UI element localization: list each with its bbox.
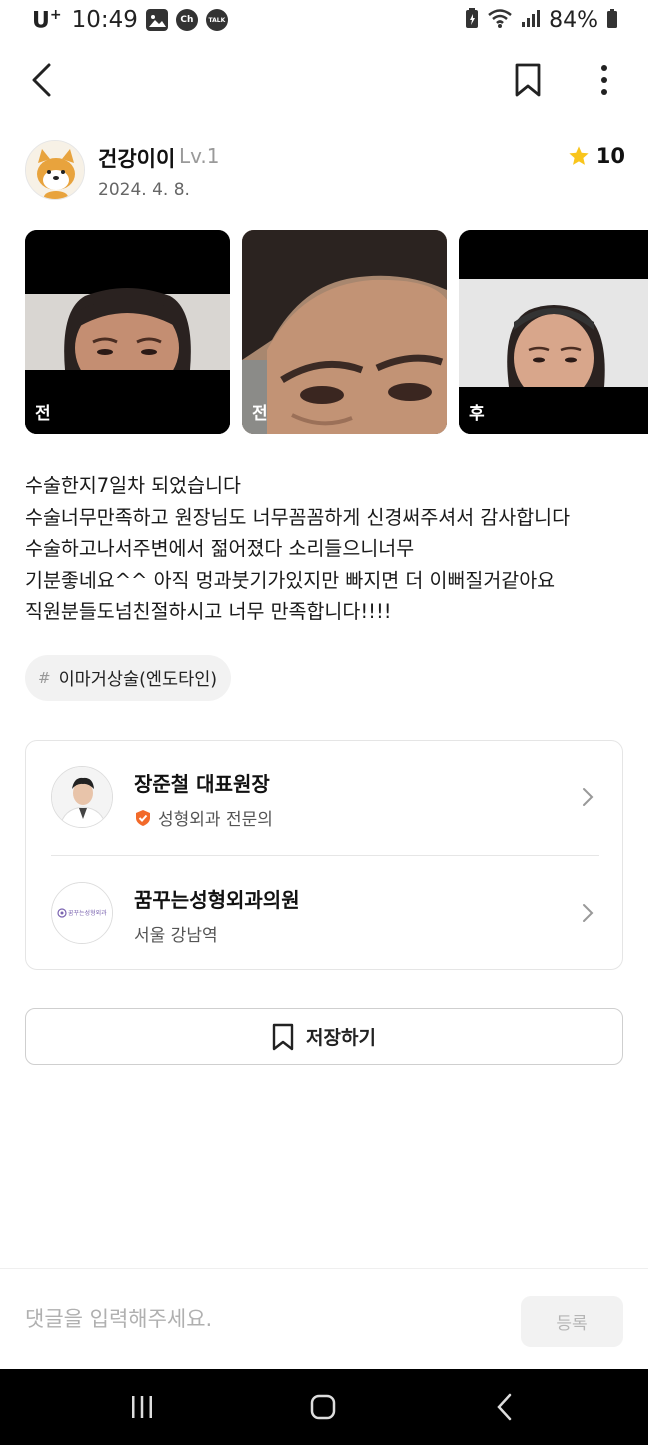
doctor-row[interactable]: 장준철 대표원장 성형외과 전문의 (26, 741, 622, 855)
back-icon (497, 1393, 512, 1421)
chevron-right-icon (582, 903, 594, 927)
more-vertical-icon (601, 65, 607, 95)
bookmark-button[interactable] (506, 58, 550, 102)
battery-saver-icon (465, 7, 479, 33)
photo-label: 후 (469, 404, 485, 424)
back-button[interactable] (20, 58, 64, 102)
battery-icon (606, 7, 618, 33)
signal-icon (521, 7, 541, 33)
status-time: 10:49 (71, 7, 138, 34)
post-line: 수술한지7일차 되었습니다 (25, 474, 241, 497)
more-options-button[interactable] (582, 58, 626, 102)
image-icon (145, 9, 168, 32)
post-line: 수술하고나서주변에서 젊어졌다 소리들으니너무 (25, 537, 415, 560)
talk-icon: TALK (205, 9, 228, 32)
face-photo-image (25, 230, 230, 434)
photo-carousel[interactable]: 전 전 후 (25, 230, 648, 435)
verified-badge-icon (136, 809, 150, 826)
author-name[interactable]: 건강이이 (98, 143, 175, 173)
review-photo[interactable]: 후 (459, 230, 648, 434)
save-label: 저장하기 (306, 1027, 376, 1049)
author-header: 건강이이 Lv.1 2024. 4. 8. 10 (25, 140, 625, 204)
avatar[interactable] (25, 140, 85, 200)
post-body: 수술한지7일차 되었습니다 수술너무만족하고 원장님도 너무꼼꼼하게 신경써주셔… (25, 470, 625, 628)
photo-label: 전 (252, 404, 268, 424)
review-photo[interactable]: 전 (242, 230, 447, 434)
system-back-button[interactable] (475, 1387, 535, 1427)
clinic-row[interactable]: 꿈꾸는성형외과 꿈꾸는성형외과의원 서울 강남역 (26, 856, 622, 970)
clinic-location: 서울 강남역 (134, 921, 218, 946)
face-closeup-image (242, 230, 447, 434)
carrier-label: U+ (32, 7, 62, 34)
comment-input[interactable] (25, 1299, 495, 1339)
post-line: 직원분들도넘친절하시고 너무 만족합니다!!!! (25, 600, 392, 623)
tag-label: 이마거상술(엔도타인) (58, 669, 218, 690)
review-photo[interactable]: 전 (25, 230, 230, 434)
post-line: 수술너무만족하고 원장님도 너무꼼꼼하게 신경써주셔서 감사합니다 (25, 505, 571, 529)
star-icon (569, 146, 589, 165)
battery-percent: 84% (549, 7, 598, 33)
wifi-icon (487, 7, 513, 33)
recent-apps-button[interactable] (112, 1387, 172, 1427)
system-nav-bar (0, 1369, 648, 1445)
hash-icon: # (38, 669, 51, 687)
photo-label: 전 (35, 404, 51, 424)
procedure-tag[interactable]: # 이마거상술(엔도타인) (25, 655, 232, 701)
clinic-logo-text: 꿈꾸는성형외과 (68, 909, 107, 917)
doctor-name: 장준철 대표원장 (134, 772, 270, 796)
ch-icon: Ch (175, 9, 198, 32)
home-icon (310, 1394, 336, 1420)
location-label: 서울 강남역 (134, 926, 218, 946)
post-date: 2024. 4. 8. (98, 180, 190, 200)
shiba-avatar-icon (26, 141, 84, 199)
status-bar: U+ 10:49 Ch TALK 84% (0, 0, 648, 44)
clinic-name: 꿈꾸는성형외과의원 (134, 888, 300, 912)
save-button[interactable]: 저장하기 (25, 1008, 623, 1065)
rating-value: 10 (595, 144, 625, 168)
bookmark-icon (515, 63, 541, 97)
chevron-right-icon (582, 787, 594, 811)
back-arrow-icon (32, 63, 51, 97)
specialty-label: 성형외과 전문의 (158, 810, 273, 830)
doctor-clinic-card: 장준철 대표원장 성형외과 전문의 꿈꾸는성형외과 꿈꾸는성형외과의원 서울 강… (25, 740, 623, 970)
home-button[interactable] (293, 1387, 353, 1427)
face-after-image (459, 230, 648, 434)
comment-bar: 등록 (0, 1268, 648, 1369)
recent-apps-icon (132, 1396, 152, 1418)
doctor-avatar (51, 766, 113, 828)
clinic-logo-image: 꿈꾸는성형외과 (52, 883, 112, 943)
author-level: Lv.1 (179, 144, 220, 168)
clinic-logo: 꿈꾸는성형외과 (51, 882, 113, 944)
doctor-photo-image (52, 767, 112, 827)
doctor-specialty: 성형외과 전문의 (134, 805, 273, 830)
bookmark-icon (272, 1023, 294, 1050)
top-nav (0, 44, 648, 116)
rating: 10 (568, 144, 625, 168)
post-line: 기분좋네요^^ 아직 멍과붓기가있지만 빠지면 더 이뻐질거같아요 (25, 568, 556, 592)
submit-comment-button[interactable]: 등록 (521, 1296, 623, 1347)
